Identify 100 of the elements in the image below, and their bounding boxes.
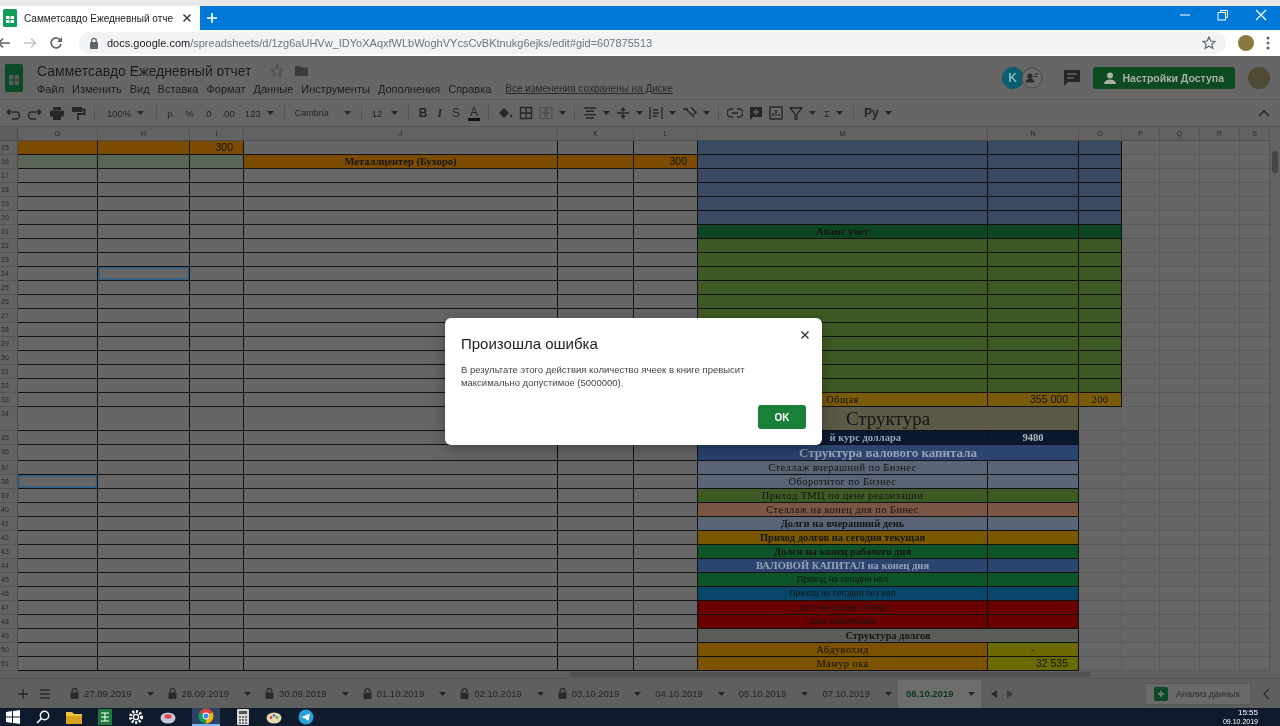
collapse-icon[interactable] [1258,109,1270,118]
filter-icon[interactable] [789,106,804,120]
caret-icon[interactable] [559,111,567,116]
menu-icon[interactable] [1266,35,1270,50]
input-tools-dropdown[interactable]: Ру [861,104,894,123]
user-avatar[interactable] [1248,66,1270,89]
paper-plane-icon[interactable] [298,709,314,725]
restore-icon[interactable] [1217,9,1229,21]
menu-item[interactable]: Файл [37,81,69,96]
explore-button[interactable]: Анализ данных [1144,682,1251,705]
scroll-left-icon[interactable] [991,689,998,698]
undo-icon[interactable] [5,106,21,121]
menu-item[interactable]: Данные [249,81,298,96]
currency-button[interactable]: р. [165,104,178,123]
side-panel-icon[interactable] [1263,687,1270,700]
lock-icon [460,688,470,700]
palette-icon[interactable] [266,710,282,724]
sheet-tab[interactable]: 27.09.2019 [62,679,160,708]
menu-item[interactable]: Изменить [68,81,126,96]
table-cell: 9480 [988,431,1079,446]
sheet-tab[interactable]: 01.10.2019 [354,679,453,708]
search-icon[interactable] [36,710,50,724]
bold-button[interactable]: B [416,104,430,123]
redo-icon[interactable] [27,106,43,121]
windows-start-icon[interactable] [6,710,20,724]
save-status-link[interactable]: Все изменения сохранены на Диске [505,83,673,95]
sheet-list-icon[interactable] [40,688,50,699]
anonymous-user-icon[interactable] [1020,66,1043,89]
bookmark-star-icon[interactable] [1202,35,1216,50]
selected-cell[interactable] [98,267,190,282]
collaborator-avatar[interactable]: K [1001,66,1024,89]
text-color-button[interactable]: A [468,105,481,121]
strikethrough-button[interactable]: S [450,104,463,123]
new-tab-icon[interactable] [206,12,218,24]
paint-bucket-icon[interactable] [497,106,514,121]
selected-cell[interactable] [18,475,98,490]
reload-icon[interactable] [49,35,63,50]
functions-dropdown[interactable]: Σ [822,104,845,123]
merge-icon[interactable] [539,106,554,121]
spreadsheet-logo-icon[interactable] [4,63,24,92]
link-icon[interactable] [727,107,744,120]
menu-item[interactable]: Дополнения [373,81,445,96]
table-cell: Структура долгов [698,629,1079,644]
paint-format-icon[interactable] [71,106,86,121]
document-title[interactable]: Самметсавдо Ежедневный отчет [37,62,252,79]
menu-item[interactable]: Инструменты [297,81,374,96]
share-button[interactable]: Настройки Доступа [1092,66,1235,89]
scrollbar-thumb[interactable] [570,672,1090,678]
font-size-dropdown[interactable]: 12 [369,104,400,123]
forward-icon[interactable] [23,35,37,50]
profile-avatar[interactable] [1238,34,1254,51]
scroll-right-icon[interactable] [1007,689,1014,698]
italic-button[interactable]: I [435,104,445,123]
table-cell: 300 [634,155,698,170]
comment-icon[interactable] [1062,68,1081,87]
spreadsheet-icon[interactable] [98,709,112,725]
calculator-icon[interactable] [236,709,250,725]
sheet-tab[interactable]: 30.09.2019 [257,679,355,708]
add-comment-icon[interactable] [749,106,764,121]
table-cell: Стеллаж вчерашний по Бизнес [698,461,988,476]
menu-item[interactable]: Формат [202,81,250,96]
settings-icon[interactable] [128,709,144,725]
address-bar[interactable]: docs.google.com/spreadsheets/d/1zg6aUHVw_IDYoXAqxfWLbWoghVYcsCvBKtnukg6ejks/edit#gid=607875513 [79,31,1226,54]
menu-item[interactable]: Справка [444,81,496,96]
corner-cell[interactable] [0,127,18,142]
lock-icon [70,688,79,700]
zoom-dropdown[interactable]: 100% [103,104,149,123]
scrollbar-thumb[interactable] [1272,151,1278,174]
menu-item[interactable]: Вставка [153,81,203,96]
wrap-icon[interactable] [649,106,664,121]
number-format-dropdown[interactable]: 123 [242,104,276,123]
caret-icon[interactable] [809,111,817,116]
table-cell: - [988,643,1079,658]
caret-icon[interactable] [636,111,644,116]
table-cell: Мамур ока [698,657,988,672]
back-icon[interactable] [0,35,11,50]
font-dropdown[interactable]: Cambria [292,104,353,123]
percent-button[interactable]: % [183,104,196,123]
chart-icon[interactable] [769,106,784,121]
sheet-tab[interactable]: 03.10.2019 [549,679,648,708]
taskbar-button[interactable] [192,708,220,726]
disc-icon[interactable] [160,710,176,724]
add-sheet-icon[interactable] [18,688,28,699]
close-icon[interactable] [800,330,810,340]
caret-icon[interactable] [703,111,711,116]
caret-icon[interactable] [669,111,677,116]
borders-icon[interactable] [519,106,534,121]
sheet-tab[interactable]: 08.10.2019 [897,679,982,708]
sheet-tab[interactable]: 05.10.2019 [730,679,815,708]
close-icon[interactable] [182,13,192,23]
table-cell: Абдувохид [698,643,988,658]
print-icon[interactable] [49,106,65,121]
browser-tab[interactable]: Самметсавдо Ежедневный отче [0,6,200,30]
align-icon[interactable] [583,107,598,120]
caret-icon[interactable] [603,111,611,116]
vertical-align-icon[interactable] [616,106,631,121]
menu-item[interactable]: Вид [125,81,154,96]
folder-icon[interactable] [66,710,82,724]
ok-button[interactable]: OK [758,405,806,429]
caret-icon [634,691,642,696]
